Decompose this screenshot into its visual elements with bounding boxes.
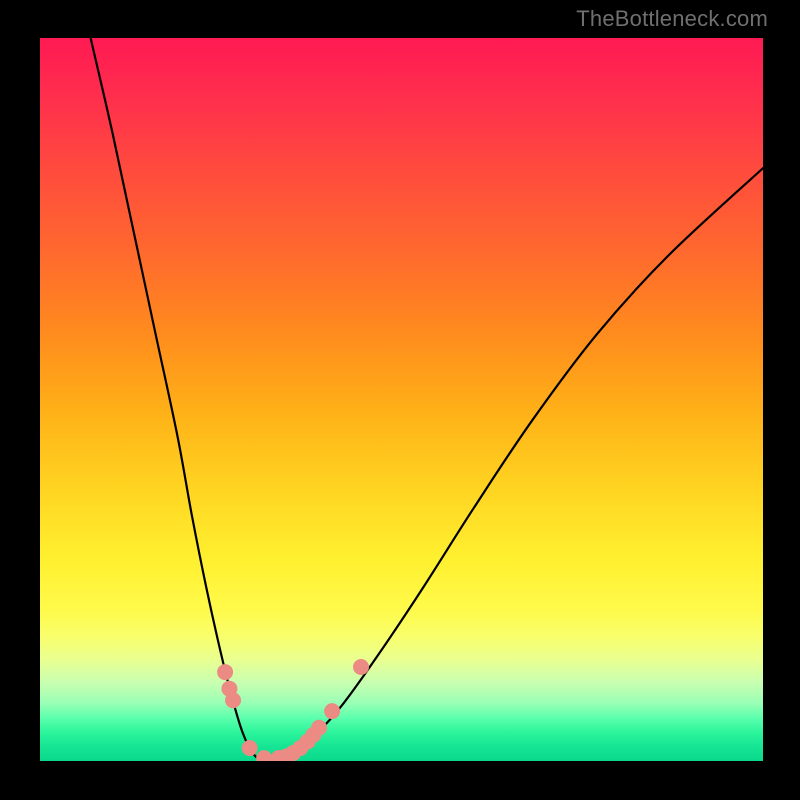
bottleneck-curve: [91, 38, 763, 761]
chart-frame: TheBottleneck.com: [0, 0, 800, 800]
data-marker: [256, 750, 272, 761]
data-marker: [353, 659, 369, 675]
data-marker: [324, 703, 340, 719]
data-marker: [242, 740, 258, 756]
attribution-text: TheBottleneck.com: [576, 6, 768, 32]
data-marker: [217, 664, 233, 680]
chart-svg: [40, 38, 763, 761]
data-marker: [311, 720, 327, 736]
data-marker: [225, 692, 241, 708]
plot-area: [40, 38, 763, 761]
data-markers: [217, 659, 369, 761]
